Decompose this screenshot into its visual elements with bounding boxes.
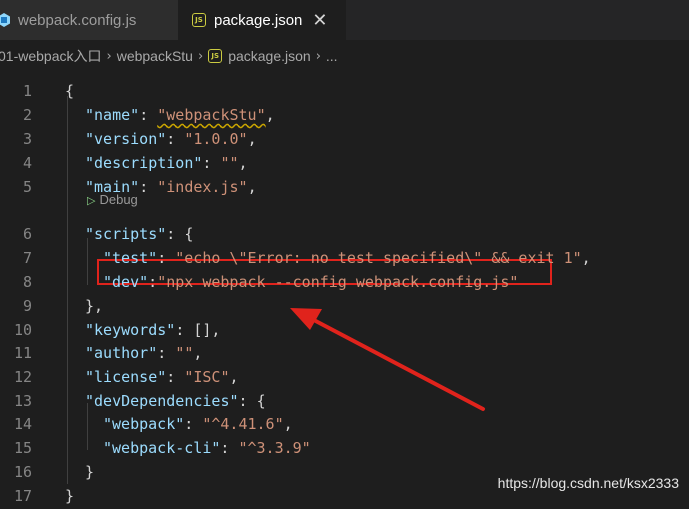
watermark: https://blog.csdn.net/ksx2333 bbox=[497, 475, 679, 491]
annotation-arrow bbox=[290, 308, 485, 411]
